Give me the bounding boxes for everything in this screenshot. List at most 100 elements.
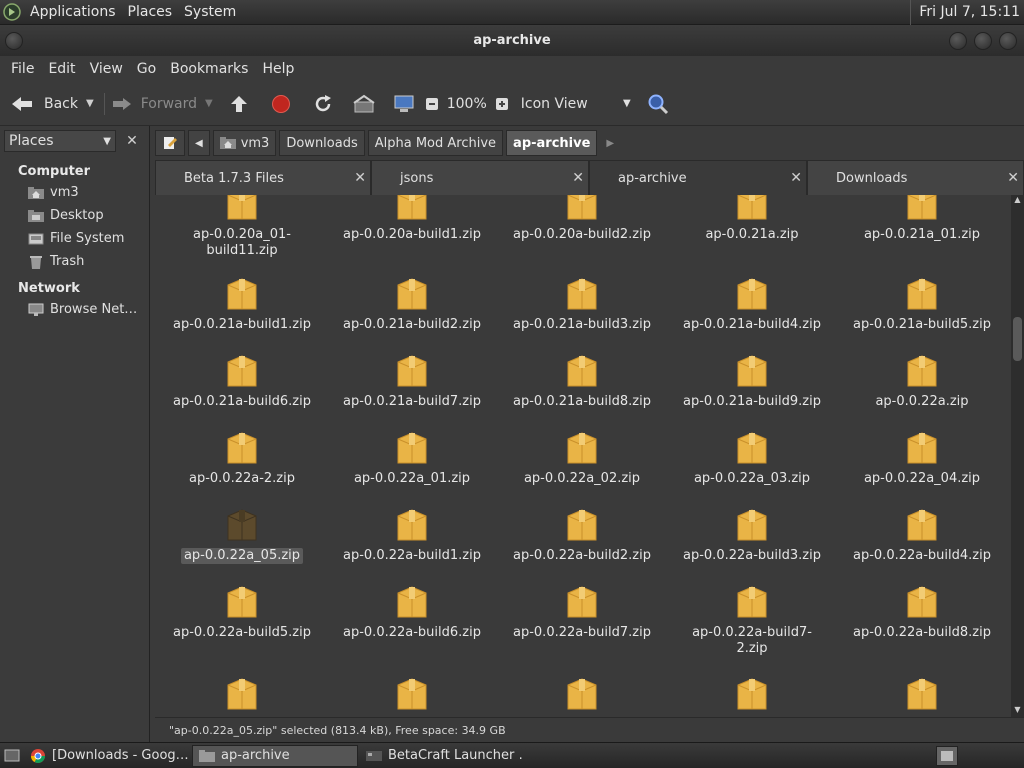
file-item[interactable]: ap-0.0.21a-build1.zip (157, 275, 327, 333)
task-betacraft-launcher[interactable]: BetaCraft Launcher … (360, 745, 524, 767)
menu-view[interactable]: View (83, 61, 130, 77)
file-item[interactable]: ap-0.0.20a-build1.zip (327, 195, 497, 243)
file-item[interactable]: ap-0.0.21a-build9.zip (667, 352, 837, 410)
show-desktop-icon[interactable] (0, 749, 24, 763)
task-label: [Downloads - Goog… (52, 748, 188, 763)
file-item[interactable]: ap-0.0.21a-build5.zip (837, 275, 1007, 333)
menu-help[interactable]: Help (255, 61, 301, 77)
sidebar-item-browse-network[interactable]: Browse Net… (0, 298, 149, 321)
path-scroll-right[interactable]: ▶ (606, 138, 614, 149)
file-item[interactable] (667, 675, 837, 713)
file-name: ap-0.0.22a_04.zip (863, 471, 981, 486)
file-icon-view[interactable]: ap-0.0.20a_01- build11.zip ap-0.0.20a-buil… (155, 195, 1011, 717)
close-icon[interactable]: ✕ (572, 170, 584, 186)
file-item[interactable]: ap-0.0.21a-build2.zip (327, 275, 497, 333)
back-arrow-icon (10, 94, 34, 114)
file-item[interactable]: ap-0.0.22a-build7.zip (497, 583, 667, 641)
places-menu[interactable]: Places (122, 4, 179, 20)
sidebar-item-vm3[interactable]: vm3 (0, 181, 149, 204)
menu-file[interactable]: File (4, 61, 41, 77)
file-item[interactable]: ap-0.0.21a-build4.zip (667, 275, 837, 333)
zoom-in-icon[interactable] (495, 97, 509, 111)
file-item[interactable]: ap-0.0.22a-2.zip (157, 429, 327, 487)
reload-icon[interactable] (313, 94, 333, 114)
up-arrow-icon[interactable] (229, 94, 249, 114)
applications-menu[interactable]: Applications (24, 4, 122, 20)
sidebar-item-file-system[interactable]: File System (0, 227, 149, 250)
edit-location-button[interactable] (155, 130, 185, 156)
file-item[interactable]: ap-0.0.22a-build8.zip (837, 583, 1007, 641)
close-icon[interactable]: ✕ (354, 170, 366, 186)
file-item[interactable] (157, 675, 327, 713)
file-item[interactable]: ap-0.0.20a-build2.zip (497, 195, 667, 243)
file-item[interactable] (327, 675, 497, 713)
sidebar-item-desktop[interactable]: Desktop (0, 204, 149, 227)
file-item[interactable]: ap-0.0.22a.zip (837, 352, 1007, 410)
clock[interactable]: Fri Jul 7, 15:11 (910, 0, 1024, 25)
sidebar-item-trash[interactable]: Trash (0, 250, 149, 273)
file-item[interactable]: ap-0.0.22a-build7- 2.zip (667, 583, 837, 657)
file-item[interactable]: ap-0.0.21a.zip (667, 195, 837, 243)
menu-go[interactable]: Go (130, 61, 163, 77)
forward-history-caret[interactable]: ▼ (205, 98, 213, 109)
search-icon[interactable] (647, 93, 669, 115)
window-titlebar[interactable]: ap-archive (0, 25, 1024, 56)
close-icon[interactable]: ✕ (790, 170, 802, 186)
close-icon[interactable]: ✕ (122, 131, 142, 151)
vertical-scrollbar[interactable]: ▲ ▼ (1011, 195, 1024, 717)
file-item[interactable] (497, 675, 667, 713)
file-item[interactable]: ap-0.0.22a_05.zip (157, 506, 327, 564)
file-item[interactable]: ap-0.0.22a-build5.zip (157, 583, 327, 641)
path-crumb-alpha-mod-archive[interactable]: Alpha Mod Archive (367, 130, 504, 156)
file-item[interactable]: ap-0.0.20a_01- build11.zip (157, 195, 327, 259)
path-scroll-left[interactable]: ◀ (188, 130, 210, 156)
zoom-out-icon[interactable] (425, 97, 439, 111)
file-item[interactable]: ap-0.0.22a-build6.zip (327, 583, 497, 641)
path-crumb-downloads[interactable]: Downloads (279, 130, 365, 156)
system-menu[interactable]: System (178, 4, 242, 20)
minimize-button[interactable] (949, 32, 967, 50)
view-mode-select[interactable]: Icon View ▼ (521, 96, 631, 112)
file-item[interactable]: ap-0.0.22a-build4.zip (837, 506, 1007, 564)
file-item[interactable]: ap-0.0.22a_01.zip (327, 429, 497, 487)
task-ap-archive[interactable]: ap-archive (192, 744, 358, 767)
file-item[interactable] (837, 675, 1007, 713)
back-history-caret[interactable]: ▼ (86, 98, 94, 109)
menu-bookmarks[interactable]: Bookmarks (163, 61, 255, 77)
path-crumb-vm3[interactable]: vm3 (212, 130, 277, 156)
file-item[interactable]: ap-0.0.22a-build2.zip (497, 506, 667, 564)
tab-jsons[interactable]: jsons ✕ (371, 160, 589, 195)
stop-icon[interactable] (271, 94, 291, 114)
sidebar-mode-select[interactable]: Places ▼ (4, 130, 116, 152)
close-window-button[interactable] (999, 32, 1017, 50)
file-item[interactable]: ap-0.0.22a_03.zip (667, 429, 837, 487)
scroll-up-arrow[interactable]: ▲ (1011, 195, 1024, 207)
file-item[interactable]: ap-0.0.21a-build3.zip (497, 275, 667, 333)
file-item[interactable]: ap-0.0.21a-build6.zip (157, 352, 327, 410)
file-item[interactable]: ap-0.0.21a_01.zip (837, 195, 1007, 243)
menu-edit[interactable]: Edit (41, 61, 82, 77)
file-item[interactable]: ap-0.0.21a-build8.zip (497, 352, 667, 410)
file-item[interactable]: ap-0.0.22a_02.zip (497, 429, 667, 487)
file-item[interactable]: ap-0.0.22a-build1.zip (327, 506, 497, 564)
file-item[interactable]: ap-0.0.21a-build7.zip (327, 352, 497, 410)
tab-downloads[interactable]: Downloads ✕ (807, 160, 1024, 195)
task-chrome-downloads[interactable]: [Downloads - Goog… (24, 745, 188, 767)
file-item[interactable]: ap-0.0.22a_04.zip (837, 429, 1007, 487)
computer-icon[interactable] (393, 94, 415, 114)
scrollbar-thumb[interactable] (1013, 317, 1022, 361)
close-icon[interactable]: ✕ (1007, 170, 1019, 186)
window-menu-button[interactable] (5, 32, 23, 50)
tab-bar: Beta 1.7.3 Files ✕ jsons ✕ ap-archive ✕ … (155, 160, 1024, 195)
file-item[interactable]: ap-0.0.22a-build3.zip (667, 506, 837, 564)
tab-beta-1-7-3-files[interactable]: Beta 1.7.3 Files ✕ (155, 160, 371, 195)
tab-ap-archive[interactable]: ap-archive ✕ (589, 160, 807, 195)
scroll-down-arrow[interactable]: ▼ (1011, 705, 1024, 717)
distro-logo-icon[interactable] (0, 0, 24, 24)
maximize-button[interactable] (974, 32, 992, 50)
home-icon[interactable] (353, 94, 375, 114)
forward-button[interactable]: Forward (111, 95, 197, 113)
workspace-switcher[interactable] (936, 745, 958, 766)
path-crumb-ap-archive[interactable]: ap-archive (506, 130, 598, 156)
back-button[interactable]: Back (10, 94, 78, 114)
